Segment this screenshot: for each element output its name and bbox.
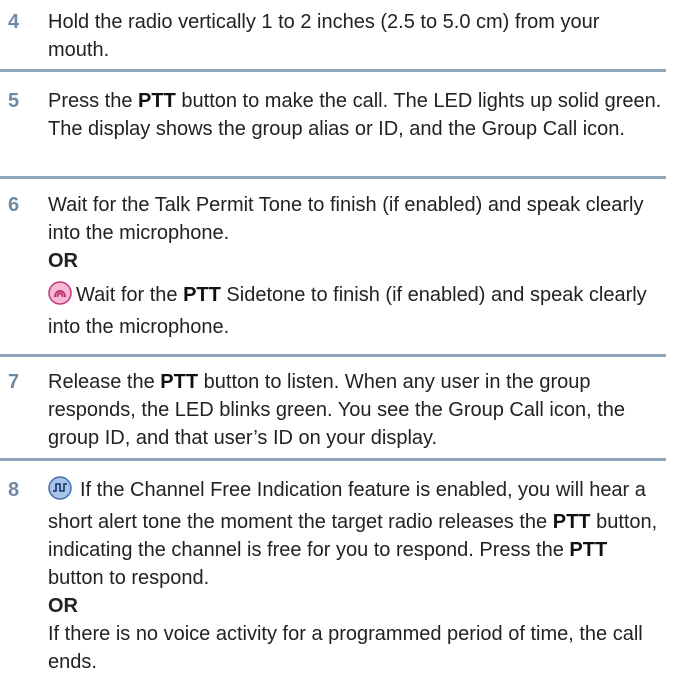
step-number: 4 [8,11,20,33]
ptt-sidetone-icon [48,281,72,313]
step-text: Wait for the Talk Permit Tone to finish … [48,191,666,341]
step-5: 5 Press the PTT button to make the call.… [0,87,666,143]
step-number: 8 [8,479,20,501]
divider [0,69,666,72]
step-text: Press the PTT button to make the call. T… [48,90,662,140]
or-label: OR [48,250,78,272]
divider [0,354,666,357]
step-number: 5 [8,90,20,112]
channel-free-indication-icon [48,476,72,508]
step-4: 4 Hold the radio vertically 1 to 2 inche… [0,8,666,64]
divider [0,458,666,461]
divider [0,176,666,179]
step-8: 8 If the Channel Free Indication feature… [0,476,666,676]
step-6: 6 Wait for the Talk Permit Tone to finis… [0,191,666,341]
step-text-alt: If there is no voice activity for a prog… [48,623,643,673]
step-7: 7 Release the PTT button to listen. When… [0,368,666,452]
instruction-page: 4 Hold the radio vertically 1 to 2 inche… [0,0,683,685]
step-number: 7 [8,371,20,393]
step-number: 6 [8,194,20,216]
step-text: Release the PTT button to listen. When a… [48,371,626,449]
step-text: Hold the radio vertically 1 to 2 inches … [48,11,600,61]
or-label: OR [48,595,78,617]
step-text: If the Channel Free Indication feature i… [48,476,666,676]
